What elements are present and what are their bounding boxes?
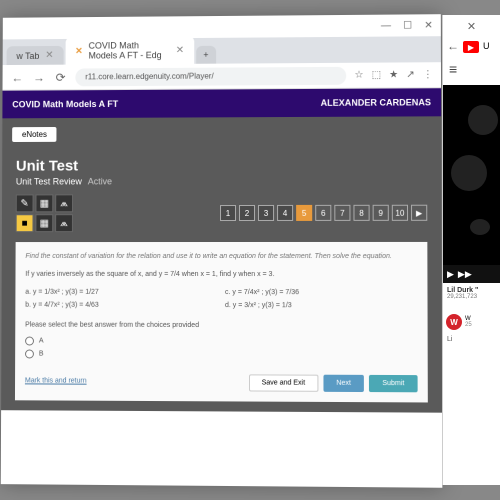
- side-panel: ✕ ← ▶ U ≡ ▶ ▶▶ Lil Durk " 29,231,723 W W…: [442, 15, 500, 485]
- pagination: 1 2 3 4 5 6 7 8 9 10 ▶: [220, 205, 427, 221]
- page-next[interactable]: ▶: [411, 205, 427, 221]
- tab-1[interactable]: w Tab ✕: [7, 46, 64, 65]
- tab-favicon: ✕: [75, 45, 82, 56]
- page-title: Unit Test: [16, 156, 427, 174]
- choice-d: d. y = 3/x² ; y(3) = 1/3: [225, 301, 417, 311]
- channel-avatar[interactable]: W: [446, 314, 462, 330]
- u-label: U: [483, 41, 490, 51]
- next-track-icon[interactable]: ▶▶: [458, 269, 472, 280]
- browser-tabs: w Tab ✕ ✕ COVID Math Models A FT - Edg ✕…: [3, 36, 441, 65]
- bookmark-icon[interactable]: ★: [389, 69, 398, 80]
- option-label: B: [39, 349, 44, 359]
- ext-icon[interactable]: ⬚: [372, 70, 382, 81]
- star-icon[interactable]: ☆: [354, 70, 363, 81]
- video-info: Lil Durk " 29,231,723: [443, 283, 500, 304]
- menu-icon[interactable]: ⋮: [423, 69, 433, 80]
- question-text: If y varies inversely as the square of x…: [25, 270, 417, 280]
- choice-b: b. y = 4/7x² ; y(3) = 4/63: [25, 301, 215, 311]
- page-4[interactable]: 4: [277, 205, 293, 221]
- forward-icon[interactable]: →: [32, 70, 46, 84]
- reload-icon[interactable]: ⟳: [54, 70, 68, 84]
- page-9[interactable]: 9: [373, 205, 389, 221]
- page-subtitle: Unit Test ReviewActive: [16, 176, 427, 187]
- page-1[interactable]: 1: [220, 205, 236, 221]
- app-header: COVID Math Models A FT ALEXANDER CARDENA…: [2, 88, 441, 118]
- max-button[interactable]: ☐: [403, 20, 412, 31]
- enotes-button[interactable]: eNotes: [12, 127, 57, 142]
- option-label: A: [39, 337, 44, 347]
- enotes-row: eNotes: [2, 116, 441, 148]
- tab-title: w Tab: [16, 51, 39, 61]
- address-bar[interactable]: r11.core.learn.edgenuity.com/Player/: [75, 66, 346, 86]
- video-thumbnail[interactable]: [443, 85, 500, 265]
- page-6[interactable]: 6: [315, 205, 331, 221]
- url-text: r11.core.learn.edgenuity.com/Player/: [85, 72, 213, 82]
- choice-a: a. y = 1/3x² ; y(3) = 1/27: [25, 287, 215, 297]
- share-icon[interactable]: ↗: [406, 69, 415, 80]
- pencil-icon[interactable]: ✎: [16, 194, 34, 212]
- next-button[interactable]: Next: [323, 374, 364, 391]
- grid-icon[interactable]: ▦: [35, 214, 53, 232]
- option-a[interactable]: A: [25, 337, 417, 348]
- toolbar-icons: ☆ ⬚ ★ ↗ ⋮: [354, 69, 432, 80]
- new-tab-button[interactable]: +: [196, 46, 216, 64]
- window-controls: — ☐ ✕: [3, 14, 441, 39]
- student-name: ALEXANDER CARDENAS: [321, 97, 431, 108]
- play-icon[interactable]: ▶: [447, 269, 454, 280]
- channel-row[interactable]: W W 25: [443, 314, 500, 330]
- question-intro: Find the constant of variation for the r…: [25, 252, 417, 262]
- address-row: ← → ⟳ r11.core.learn.edgenuity.com/Playe…: [3, 62, 442, 90]
- video-controls: ▶ ▶▶: [443, 265, 500, 283]
- tab-2[interactable]: ✕ COVID Math Models A FT - Edg ✕: [65, 36, 194, 65]
- view-count: 29,231,723: [447, 294, 496, 300]
- highlight-icon[interactable]: ■: [16, 214, 34, 232]
- radio-a[interactable]: [25, 337, 34, 346]
- min-button[interactable]: —: [381, 20, 391, 31]
- content-area: Unit Test Unit Test ReviewActive ✎ ▦ ⩕ ■…: [1, 146, 442, 412]
- side-close[interactable]: ✕: [443, 15, 500, 37]
- page-10[interactable]: 10: [392, 205, 408, 221]
- mark-return-link[interactable]: Mark this and return: [25, 377, 87, 387]
- tab-title: COVID Math Models A FT - Edg: [89, 40, 170, 60]
- page-7[interactable]: 7: [334, 205, 350, 221]
- back-arrow-icon[interactable]: ←: [447, 39, 459, 53]
- collapse-icon[interactable]: ⩕: [55, 214, 73, 232]
- video-title[interactable]: Lil Durk ": [447, 287, 496, 294]
- submit-button[interactable]: Submit: [369, 374, 418, 391]
- course-title: COVID Math Models A FT: [12, 99, 118, 109]
- radio-b[interactable]: [25, 350, 34, 359]
- back-icon[interactable]: ←: [10, 70, 24, 84]
- save-exit-button[interactable]: Save and Exit: [249, 374, 319, 391]
- close-icon[interactable]: ✕: [45, 50, 53, 61]
- status-badge: Active: [88, 176, 112, 186]
- youtube-icon[interactable]: ▶: [463, 41, 479, 53]
- question-card: Find the constant of variation for the r…: [15, 242, 428, 402]
- option-b[interactable]: B: [25, 349, 418, 360]
- hamburger-icon[interactable]: ≡: [443, 61, 500, 77]
- page-5[interactable]: 5: [296, 205, 312, 221]
- tool-palette: ✎ ▦ ⩕ ■ ▦ ⩕: [16, 194, 85, 232]
- choice-c: c. y = 7/4x² ; y(3) = 7/36: [225, 288, 417, 298]
- calculator-icon[interactable]: ▦: [35, 194, 53, 212]
- close-icon[interactable]: ✕: [176, 45, 184, 56]
- expand-icon[interactable]: ⩕: [55, 194, 73, 212]
- page-3[interactable]: 3: [258, 205, 274, 221]
- like-label: Li: [443, 330, 500, 349]
- page-2[interactable]: 2: [239, 205, 255, 221]
- select-instruction: Please select the best answer from the c…: [25, 321, 417, 332]
- page-8[interactable]: 8: [353, 205, 369, 221]
- close-button[interactable]: ✕: [424, 20, 433, 31]
- channel-subs: 25: [465, 322, 472, 328]
